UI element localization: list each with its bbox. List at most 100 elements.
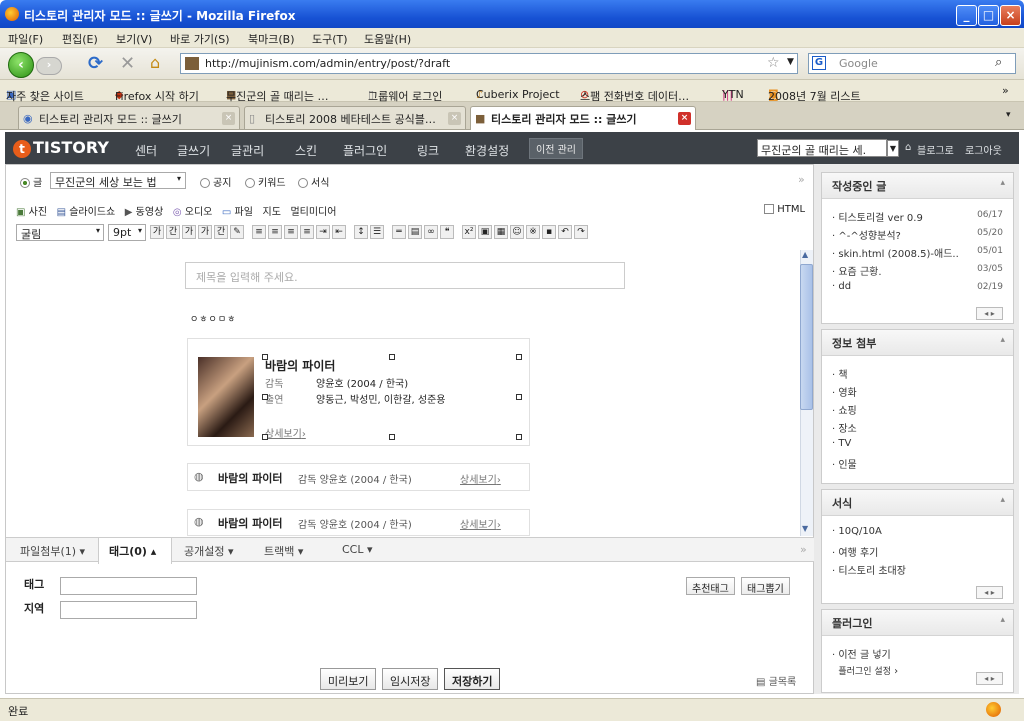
scroll-up-icon[interactable]: ▲ [802, 250, 808, 259]
type-radio-post[interactable]: 글 [20, 174, 42, 189]
format-item[interactable]: · 여행 후기 [822, 544, 1013, 562]
menu-file[interactable]: 파일(F) [8, 31, 43, 47]
nav-settings[interactable]: 환경설정 [465, 142, 509, 159]
draft-item[interactable]: · 요즘 근황. 03/05 [822, 263, 1013, 281]
movie-row[interactable]: ◍ 바람의 파이터 감독 양윤호 (2004 / 한국) 상세보기› [187, 463, 530, 491]
table-icon[interactable]: ▦ [494, 225, 508, 239]
draft-item[interactable]: · ^-^성향분석? 05/20 [822, 227, 1013, 245]
list-icon[interactable]: ☰ [370, 225, 384, 239]
draft-item[interactable]: · skin.html (2008.5)-애드.. 05/01 [822, 245, 1013, 263]
align-center-icon[interactable]: ≡ [268, 225, 282, 239]
bold-icon[interactable]: 가 [150, 225, 164, 239]
align-left-icon[interactable]: ≡ [252, 225, 266, 239]
menu-go[interactable]: 바로 가기(S) [170, 31, 230, 47]
resize-handle[interactable] [389, 354, 395, 360]
movie-row-detail-link[interactable]: 상세보기› [460, 516, 501, 531]
bookmarks-overflow-icon[interactable]: » [1002, 84, 1009, 97]
url-text[interactable]: http://mujinism.com/admin/entry/post/?dr… [205, 57, 450, 70]
special-char-icon[interactable]: ※ [526, 225, 540, 239]
resize-handle[interactable] [516, 434, 522, 440]
drafts-header[interactable]: 작성중인 글 ▴ [822, 173, 1013, 199]
firefox-status-icon[interactable] [986, 702, 1001, 717]
tag-input[interactable] [60, 577, 197, 595]
nav-write[interactable]: 글쓰기 [177, 142, 210, 159]
extract-tag-button[interactable]: 태그뽑기 [741, 577, 790, 595]
redo-icon[interactable]: ↷ [574, 225, 588, 239]
info-header[interactable]: 정보 첨부 ▴ [822, 330, 1013, 356]
stop-icon[interactable]: ✕ [120, 53, 135, 74]
forward-button[interactable]: › [36, 57, 62, 75]
indent-icon[interactable]: ⇥ [316, 225, 330, 239]
tab-close-icon[interactable]: × [678, 112, 691, 125]
image-icon[interactable]: ▣ [478, 225, 492, 239]
nav-plugin[interactable]: 플러그인 [343, 142, 387, 159]
temp-save-button[interactable]: 임시저장 [382, 668, 439, 690]
tab-attachments[interactable]: 파일첨부(1) ▾ [20, 543, 85, 559]
save-button[interactable]: 저장하기 [444, 668, 501, 690]
attach-audio-button[interactable]: ◎ 오디오 [173, 207, 213, 218]
highlight-icon[interactable]: ✎ [230, 225, 244, 239]
tab-trackback[interactable]: 트랙백 ▾ [264, 543, 303, 559]
info-item[interactable]: · 장소 [822, 420, 1013, 438]
movie-card[interactable]: 바람의 파이터 감독 양윤호 (2004 / 한국) 출연 양동근, 박성민, … [187, 338, 530, 446]
draft-item[interactable]: · 티스토리걸 ver 0.9 06/17 [822, 209, 1013, 227]
close-button[interactable]: × [1000, 5, 1021, 26]
menu-edit[interactable]: 편집(E) [62, 31, 98, 47]
font-color-icon[interactable]: 간 [214, 225, 228, 239]
post-list-link[interactable]: ▤ 글목록 [756, 673, 796, 688]
resize-handle[interactable] [389, 434, 395, 440]
tab-publish[interactable]: 공개설정 ▾ [184, 543, 234, 559]
plugin-item-prev-post[interactable]: · 이전 글 넣기 [822, 646, 1013, 664]
font-select[interactable]: 굴림 ▾ [16, 224, 104, 241]
size-select[interactable]: 9pt ▾ [108, 224, 146, 241]
underline-icon[interactable]: 간 [166, 225, 180, 239]
search-icon[interactable]: ⌕ [995, 55, 1002, 70]
movie-detail-link[interactable]: 상세보기› [265, 425, 306, 440]
attach-multimedia-button[interactable]: 멀티미디어 [290, 207, 336, 218]
menu-help[interactable]: 도움말(H) [364, 31, 411, 47]
title-input[interactable]: 제목을 입력해 주세요. [185, 262, 625, 289]
attach-file-button[interactable]: ▭ 파일 [222, 207, 253, 218]
tab-close-icon[interactable]: × [448, 112, 461, 125]
draft-item[interactable]: · dd 02/19 [822, 281, 1013, 299]
star-icon[interactable]: ☆ [767, 55, 780, 71]
movie-row-detail-link[interactable]: 상세보기› [460, 471, 501, 486]
hr-icon[interactable]: ═ [392, 225, 406, 239]
outdent-icon[interactable]: ⇤ [332, 225, 346, 239]
blog-select[interactable]: 무진군의 골 때리는 세. [757, 139, 887, 157]
strike-icon[interactable]: 가 [198, 225, 212, 239]
tab-tags[interactable]: 태그(0) ▴ [98, 538, 172, 564]
recommend-tag-button[interactable]: 추천태그 [686, 577, 735, 595]
movie-row[interactable]: ◍ 바람의 파이터 감독 양윤호 (2004 / 한국) 상세보기› [187, 509, 530, 536]
expand-icon[interactable]: » [800, 543, 807, 556]
logout-link[interactable]: 로그아웃 [965, 142, 1002, 157]
align-right-icon[interactable]: ≡ [284, 225, 298, 239]
category-select[interactable]: 무진군의 세상 보는 법 ▾ [50, 172, 186, 189]
reload-icon[interactable]: ⟳ [88, 53, 103, 74]
plugin-header[interactable]: 플러그인 ▴ [822, 610, 1013, 636]
resize-handle[interactable] [262, 354, 268, 360]
resize-handle[interactable] [262, 394, 268, 400]
type-radio-template[interactable]: 서식 [298, 174, 329, 189]
nav-link[interactable]: 링크 [417, 142, 439, 159]
url-bar[interactable]: http://mujinism.com/admin/entry/post/?dr… [180, 53, 798, 74]
window-titlebar[interactable]: 티스토리 관리자 모드 :: 글쓰기 - Mozilla Firefox _ □… [0, 0, 1024, 30]
scroll-down-icon[interactable]: ▼ [802, 524, 808, 533]
emoticon-icon[interactable]: ☺ [510, 225, 524, 239]
info-item[interactable]: · 책 [822, 366, 1013, 384]
attach-slideshow-button[interactable]: ▤ 슬라이드쇼 [57, 207, 116, 218]
blog-select-arrow-icon[interactable]: ▼ [887, 140, 899, 157]
preview-button[interactable]: 미리보기 [320, 668, 377, 690]
search-input[interactable]: G Google ⌕ [808, 53, 1016, 74]
html-toggle[interactable]: HTML [764, 204, 805, 215]
info-item[interactable]: · TV [822, 438, 1013, 456]
format-header[interactable]: 서식 ▴ [822, 490, 1013, 516]
back-button[interactable]: ‹ [8, 52, 34, 78]
tab-beta-blog[interactable]: ▯ 티스토리 2008 베타테스트 공식블… × [244, 106, 466, 129]
justify-icon[interactable]: ≡ [300, 225, 314, 239]
google-icon[interactable]: G [812, 56, 826, 70]
save-icon[interactable]: ▪ [542, 225, 556, 239]
type-radio-keyword[interactable]: 키워드 [245, 174, 286, 189]
nav-skin[interactable]: 스킨 [295, 142, 317, 159]
go-to-blog-link[interactable]: 블로그로 [917, 142, 954, 157]
